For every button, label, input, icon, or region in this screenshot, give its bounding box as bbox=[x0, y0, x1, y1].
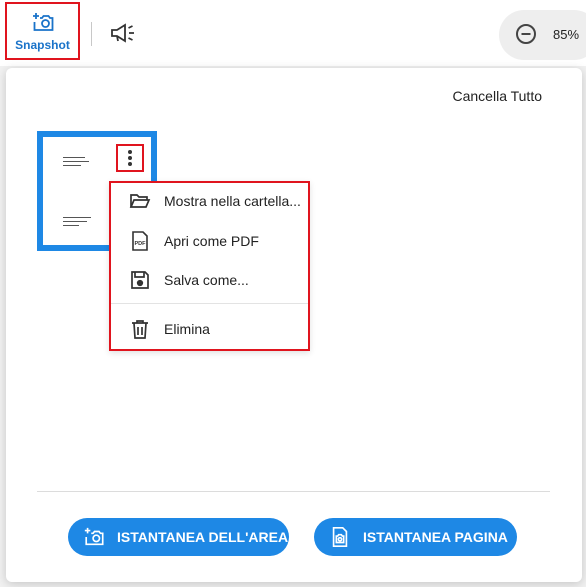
footer-divider bbox=[37, 491, 550, 492]
thumbnail-text-line bbox=[63, 157, 85, 158]
menu-item-save-as[interactable]: Salva come... bbox=[111, 262, 308, 298]
toolbar-divider bbox=[91, 22, 92, 46]
snapshot-label: Snapshot bbox=[15, 38, 70, 52]
menu-item-label: Mostra nella cartella... bbox=[164, 193, 301, 209]
camera-plus-icon bbox=[84, 527, 104, 546]
page-snapshot-label: ISTANTANEA PAGINA bbox=[363, 529, 508, 545]
menu-item-label: Salva come... bbox=[164, 272, 249, 288]
thumbnail-text-line bbox=[63, 225, 79, 226]
clear-all-link[interactable]: Cancella Tutto bbox=[453, 88, 543, 104]
snapshot-button[interactable]: Snapshot bbox=[5, 2, 80, 60]
thumbnail-text-line bbox=[63, 217, 91, 218]
menu-divider bbox=[111, 303, 308, 304]
context-menu: Mostra nella cartella... PDF Apri come P… bbox=[109, 181, 310, 351]
trash-icon bbox=[132, 320, 148, 339]
area-snapshot-label: ISTANTANEA DELL'AREA bbox=[117, 529, 289, 545]
thumbnail-text-line bbox=[63, 161, 89, 162]
megaphone-icon[interactable] bbox=[110, 22, 136, 44]
kebab-menu-icon bbox=[128, 150, 132, 166]
zoom-control: 85% bbox=[499, 10, 586, 60]
snapshot-panel: Cancella Tutto Mostra nella cartella... … bbox=[6, 68, 582, 582]
menu-item-show-in-folder[interactable]: Mostra nella cartella... bbox=[111, 183, 308, 219]
pdf-file-icon: PDF bbox=[132, 231, 148, 251]
thumbnail-text-line bbox=[63, 221, 87, 222]
page-snapshot-button[interactable]: ISTANTANEA PAGINA bbox=[314, 518, 517, 556]
menu-item-open-pdf[interactable]: PDF Apri come PDF bbox=[111, 223, 308, 259]
menu-item-label: Elimina bbox=[164, 321, 210, 337]
page-camera-icon bbox=[332, 527, 348, 547]
svg-text:PDF: PDF bbox=[135, 241, 147, 247]
zoom-out-icon[interactable] bbox=[515, 23, 537, 45]
thumbnail-menu-button[interactable] bbox=[116, 144, 144, 172]
menu-item-delete[interactable]: Elimina bbox=[111, 311, 308, 347]
zoom-level[interactable]: 85% bbox=[553, 27, 579, 42]
camera-plus-icon bbox=[32, 13, 53, 31]
folder-open-icon bbox=[129, 194, 151, 208]
thumbnail-text-line bbox=[63, 165, 81, 166]
area-snapshot-button[interactable]: ISTANTANEA DELL'AREA bbox=[68, 518, 289, 556]
menu-item-label: Apri come PDF bbox=[164, 233, 259, 249]
toolbar: Snapshot 85% bbox=[0, 0, 586, 66]
save-icon bbox=[131, 271, 149, 289]
